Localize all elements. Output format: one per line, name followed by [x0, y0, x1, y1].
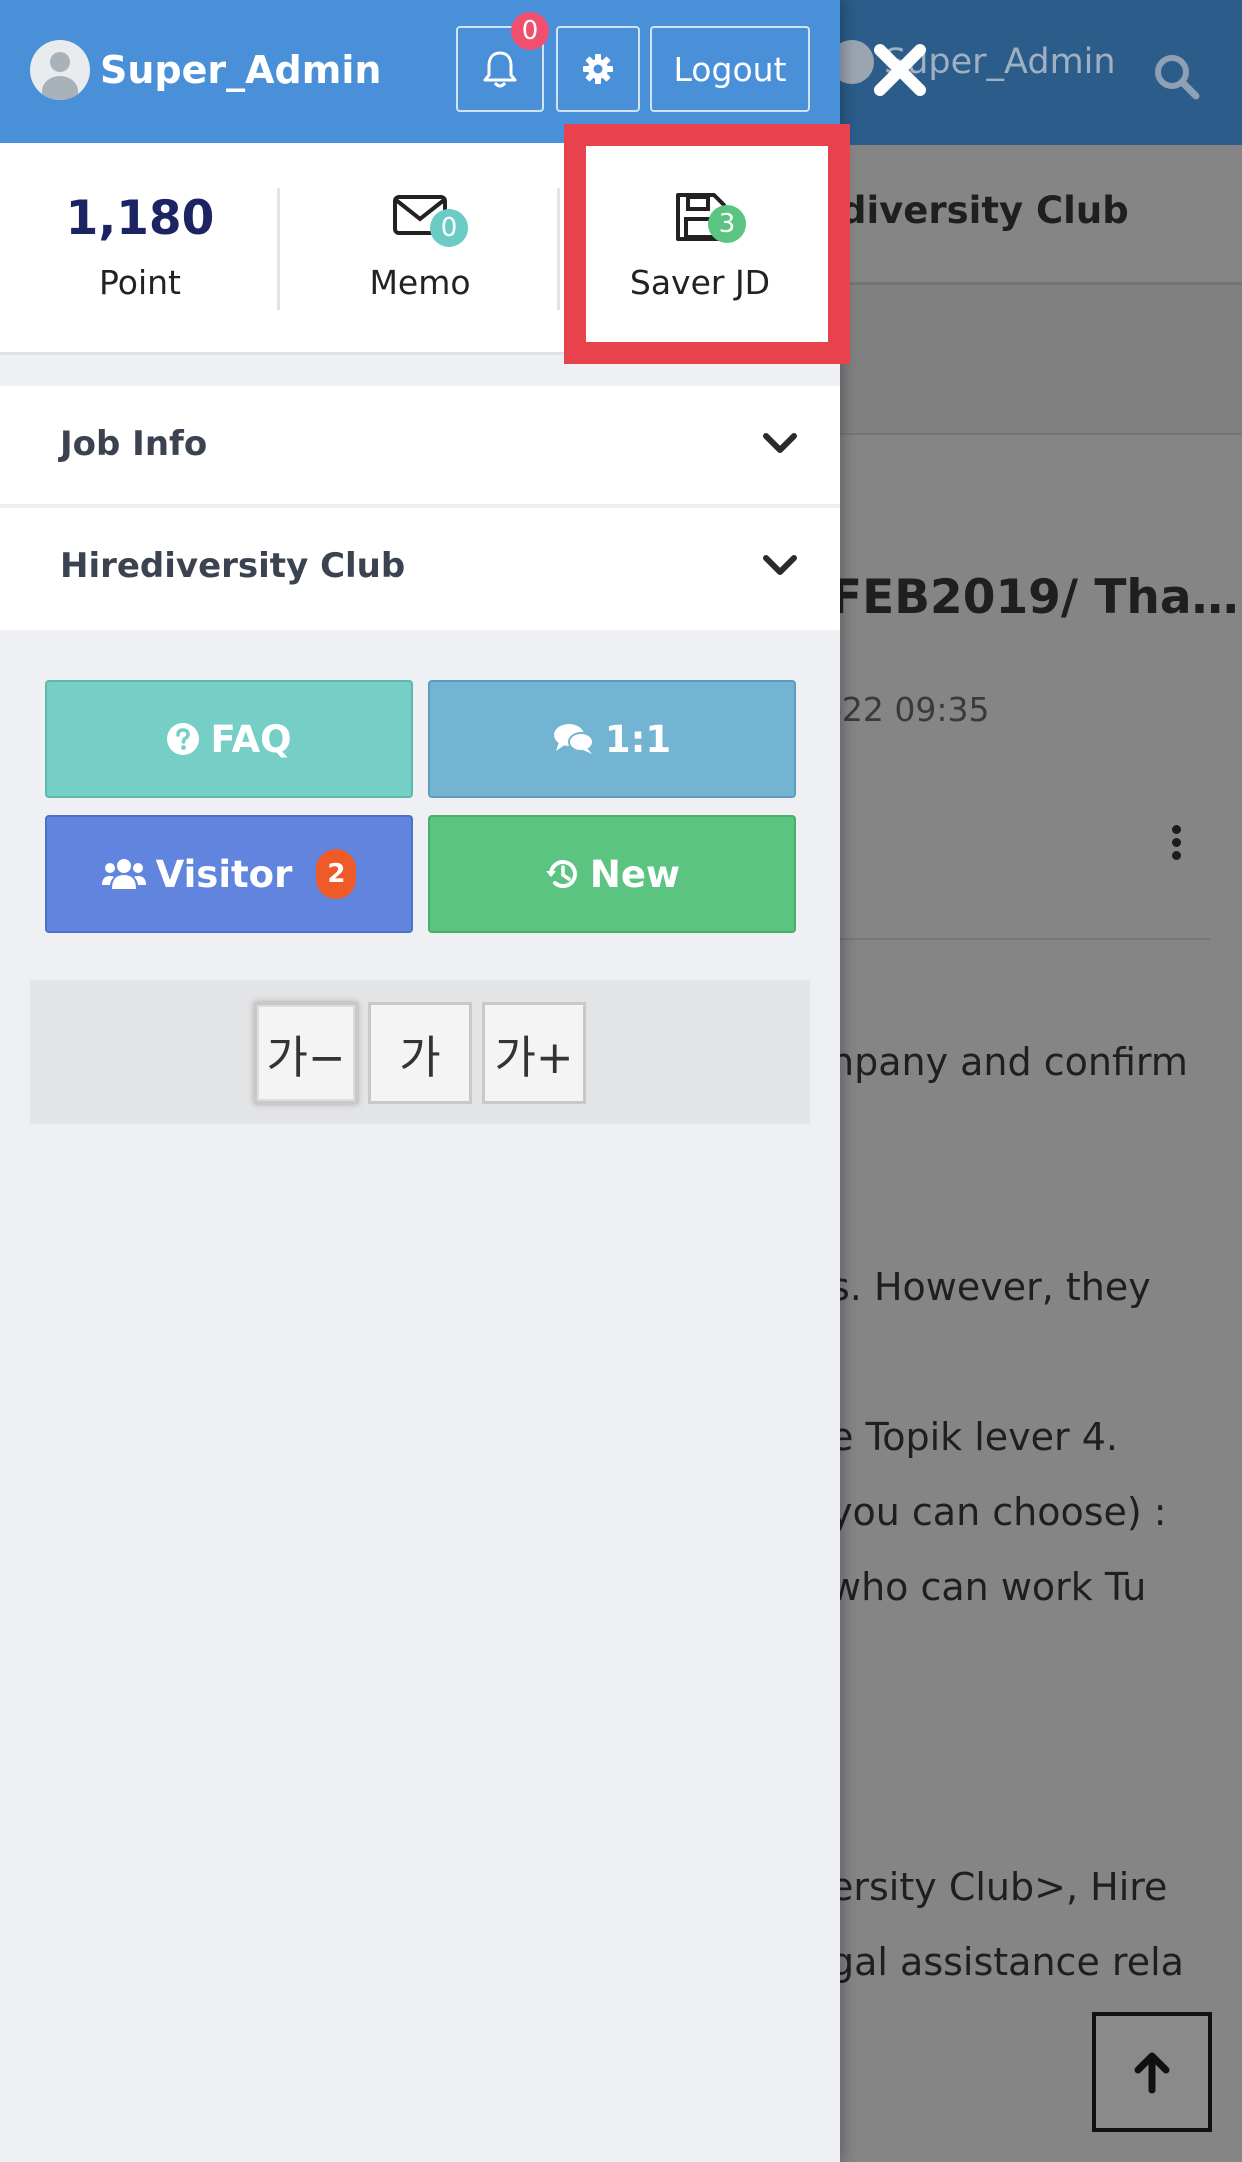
- post-line: s. However, they: [830, 1265, 1151, 1309]
- menu-label: Hirediversity Club: [60, 546, 406, 586]
- one-to-one-label: 1:1: [604, 717, 672, 761]
- visitor-label: Visitor: [155, 852, 293, 896]
- arrow-up-icon: [1134, 2052, 1170, 2094]
- bell-icon: [483, 51, 517, 88]
- notification-count-badge: 0: [511, 12, 549, 50]
- point-label: Point: [99, 263, 181, 302]
- highlight-box: [564, 124, 850, 364]
- drawer-header: Super_Admin 0 Logout: [0, 0, 840, 143]
- divider: [830, 938, 1210, 940]
- post-line: you can choose) :: [830, 1490, 1167, 1534]
- point-stat[interactable]: 1,180 Point: [0, 143, 280, 355]
- scroll-to-top-button[interactable]: [1092, 2012, 1212, 2132]
- visitor-count-badge: 2: [316, 849, 357, 899]
- post-line: npany and confirm: [830, 1040, 1188, 1084]
- question-circle-icon: [166, 722, 200, 756]
- settings-button[interactable]: [556, 26, 640, 112]
- menu-job-info[interactable]: Job Info: [0, 386, 840, 506]
- user-name: Super_Admin: [100, 48, 382, 92]
- visitor-button[interactable]: Visitor 2: [45, 815, 413, 933]
- memo-label: Memo: [369, 263, 471, 302]
- avatar: [30, 40, 90, 100]
- user-profile[interactable]: Super_Admin: [30, 40, 381, 100]
- menu-hirediversity-club[interactable]: Hirediversity Club: [0, 508, 840, 630]
- close-icon[interactable]: [870, 40, 930, 100]
- chevron-down-icon: [763, 555, 797, 575]
- faq-label: FAQ: [210, 717, 292, 761]
- new-button[interactable]: New: [428, 815, 796, 933]
- logout-button[interactable]: Logout: [650, 26, 810, 112]
- faq-button[interactable]: FAQ: [45, 680, 413, 798]
- more-options-icon[interactable]: [1172, 825, 1184, 861]
- chat-bubbles-icon: [553, 722, 595, 756]
- menu-label: Job Info: [60, 424, 208, 464]
- post-line: ersity Club>, Hire: [830, 1865, 1168, 1909]
- post-title: FEB2019/ Tha…: [830, 570, 1239, 625]
- post-date: -22 09:35: [830, 690, 990, 729]
- history-icon: [544, 857, 580, 891]
- point-value: 1,180: [65, 191, 215, 246]
- memo-stat[interactable]: 0 Memo: [280, 143, 560, 355]
- users-icon: [101, 857, 146, 891]
- chevron-down-icon: [763, 433, 797, 453]
- new-label: New: [589, 852, 681, 896]
- post-line: who can work Tu: [830, 1565, 1147, 1609]
- font-size-toolbar: 가− 가 가+: [30, 980, 810, 1124]
- one-to-one-button[interactable]: 1:1: [428, 680, 796, 798]
- board-title: diversity Club: [840, 189, 1129, 232]
- gear-icon: [583, 54, 613, 84]
- font-default-button[interactable]: 가: [368, 1002, 472, 1104]
- side-drawer: Super_Admin 0 Logout 1,180 Point 0 Memo …: [0, 0, 850, 2162]
- post-line: gal assistance rela: [830, 1940, 1184, 1984]
- search-icon[interactable]: [1152, 52, 1200, 100]
- font-decrease-button[interactable]: 가−: [254, 1002, 358, 1104]
- font-increase-button[interactable]: 가+: [482, 1002, 586, 1104]
- memo-count-badge: 0: [430, 209, 468, 247]
- post-line: e Topik lever 4.: [830, 1415, 1118, 1459]
